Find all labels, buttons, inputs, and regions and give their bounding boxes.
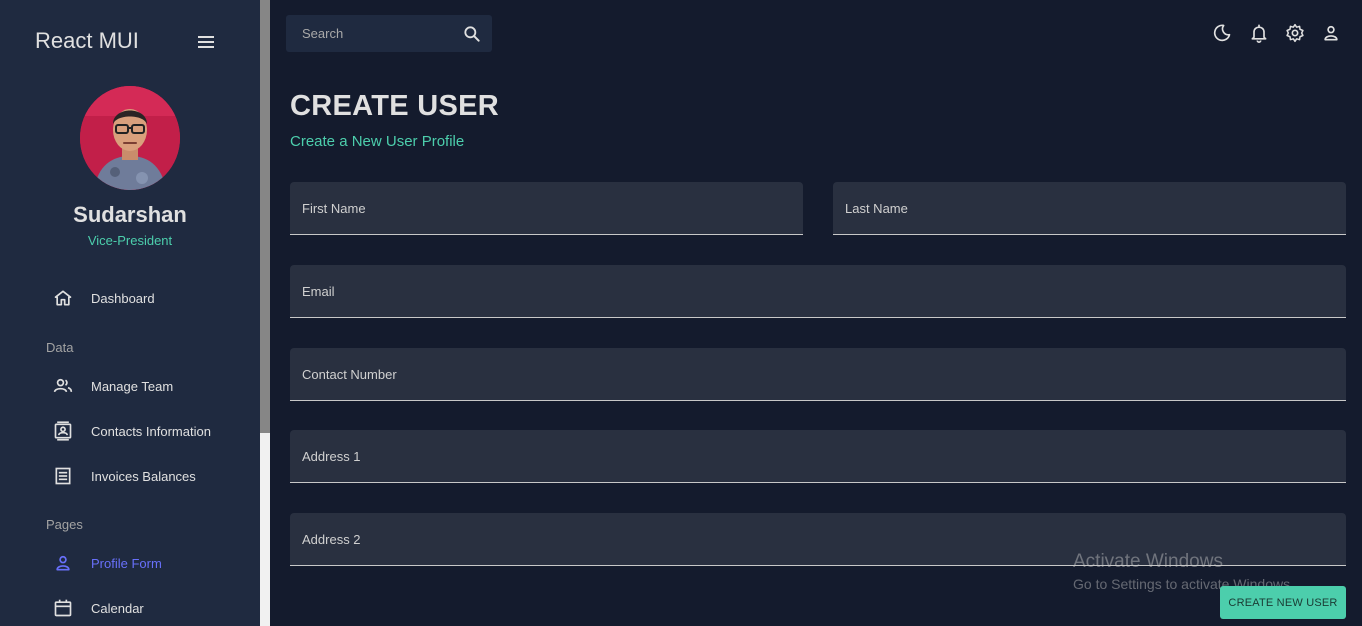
email-input[interactable] <box>290 265 1346 317</box>
dark-mode-icon[interactable] <box>1212 23 1232 43</box>
home-icon <box>52 287 74 309</box>
scrollbar-thumb[interactable] <box>260 0 270 433</box>
settings-icon[interactable] <box>1285 23 1305 43</box>
sidebar-item-manage-team[interactable]: Manage Team <box>52 374 173 398</box>
brand-title: React MUI <box>35 28 139 53</box>
section-label-pages: Pages <box>46 517 83 532</box>
user-role: Vice-President <box>87 233 173 248</box>
sidebar-item-label: Invoices Balances <box>91 468 196 484</box>
sidebar-item-contacts[interactable]: Contacts Information <box>52 419 211 443</box>
last-name-input[interactable] <box>833 182 1346 234</box>
section-label-data: Data <box>46 340 74 355</box>
person-icon <box>52 552 74 574</box>
sidebar-item-label: Manage Team <box>91 378 174 394</box>
sidebar-scrollbar[interactable] <box>260 0 270 626</box>
search-input[interactable] <box>286 15 456 52</box>
receipt-icon <box>52 465 74 487</box>
sidebar-item-label: Dashboard <box>91 290 155 306</box>
avatar <box>80 86 180 190</box>
first-name-field <box>290 182 803 235</box>
search-box <box>286 15 492 52</box>
person-icon[interactable] <box>1321 23 1341 43</box>
first-name-input[interactable] <box>290 182 803 234</box>
page-subtitle: Create a New User Profile <box>290 133 465 150</box>
address1-field <box>290 430 1346 483</box>
sidebar-item-label: Calendar <box>91 600 144 616</box>
notifications-icon[interactable] <box>1249 23 1269 43</box>
sidebar-item-invoices[interactable]: Invoices Balances <box>52 464 196 488</box>
address2-field <box>290 513 1346 566</box>
email-field <box>290 265 1346 318</box>
sidebar-item-label: Profile Form <box>91 555 162 571</box>
people-icon <box>52 375 74 397</box>
address2-input[interactable] <box>290 513 1346 565</box>
page-title: CREATE USER <box>290 90 500 122</box>
contact-number-input[interactable] <box>290 348 1346 400</box>
sidebar-item-profile-form[interactable]: Profile Form <box>52 551 162 575</box>
search-icon[interactable] <box>462 24 482 44</box>
last-name-field <box>833 182 1346 235</box>
sidebar-item-label: Contacts Information <box>91 423 211 439</box>
user-name: Sudarshan <box>73 202 187 227</box>
sidebar-item-calendar[interactable]: Calendar <box>52 596 144 620</box>
calendar-icon <box>52 597 74 619</box>
sidebar-item-dashboard[interactable]: Dashboard <box>52 286 155 310</box>
sidebar: React MUI Sudarshan Vice-President Dashb… <box>0 0 260 626</box>
create-user-button[interactable]: CREATE NEW USER <box>1220 586 1346 619</box>
menu-icon[interactable] <box>196 32 218 52</box>
address1-input[interactable] <box>290 430 1346 482</box>
contacts-icon <box>52 420 74 442</box>
contact-number-field <box>290 348 1346 401</box>
